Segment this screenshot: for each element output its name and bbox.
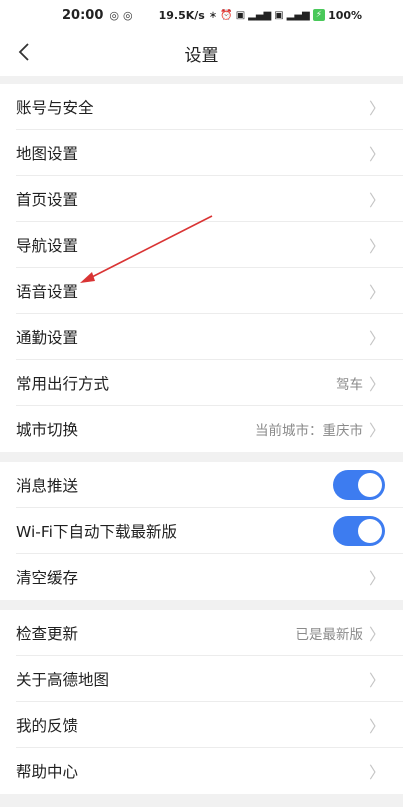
hd-icon: ▣: [235, 9, 246, 21]
row-wifi-auto-download: Wi-Fi下自动下载最新版: [0, 508, 403, 554]
row-travel-mode[interactable]: 常用出行方式 驾车 〉: [0, 360, 403, 406]
row-commute-settings[interactable]: 通勤设置 〉: [0, 314, 403, 360]
chevron-right-icon: 〉: [368, 145, 385, 164]
row-label: 账号与安全: [16, 99, 94, 117]
row-push-messages: 消息推送: [0, 462, 403, 508]
chevron-right-icon: 〉: [368, 99, 385, 118]
chevron-right-icon: 〉: [368, 625, 385, 644]
app-notification-icon: ◎: [109, 8, 119, 22]
row-value: 当前城市：重庆市: [254, 423, 363, 439]
chevron-right-icon: 〉: [368, 375, 385, 394]
app-notification-icon-2: ◎: [123, 8, 133, 22]
chevron-right-icon: 〉: [368, 717, 385, 736]
chevron-right-icon: 〉: [368, 671, 385, 690]
row-label: 清空缓存: [16, 569, 79, 587]
toggle-knob: [358, 519, 382, 543]
row-label: 导航设置: [16, 237, 79, 255]
row-label: 城市切换: [16, 421, 79, 439]
row-label: 检查更新: [16, 625, 79, 643]
bluetooth-icon: ∗: [208, 9, 218, 21]
row-label: 帮助中心: [16, 763, 79, 781]
chevron-right-icon: 〉: [368, 421, 385, 440]
chevron-right-icon: 〉: [368, 763, 385, 782]
push-toggle[interactable]: [333, 470, 385, 500]
row-home-settings[interactable]: 首页设置 〉: [0, 176, 403, 222]
chevron-right-icon: 〉: [368, 329, 385, 348]
row-value: 驾车: [335, 377, 363, 393]
chevron-left-icon[interactable]: [10, 38, 38, 66]
row-label: Wi-Fi下自动下载最新版: [16, 523, 177, 541]
chevron-right-icon: 〉: [368, 237, 385, 256]
network-speed: 19.5K/s: [158, 8, 205, 22]
row-value: 已是最新版: [295, 627, 363, 643]
row-navigation-settings[interactable]: 导航设置 〉: [0, 222, 403, 268]
status-bar: 20:00 ◎ ◎ 19.5K/s ∗ ⏰ ▣ ▂▄▆ ▣ ▂▄▆ ⚡ 100%: [0, 0, 403, 30]
alarm-icon: ⏰: [220, 9, 233, 21]
row-account-security[interactable]: 账号与安全 〉: [0, 84, 403, 130]
settings-group-2: 消息推送 Wi-Fi下自动下载最新版 清空缓存 〉: [0, 462, 403, 600]
row-check-update[interactable]: 检查更新 已是最新版 〉: [0, 610, 403, 656]
settings-group-3: 检查更新 已是最新版 〉 关于高德地图 〉 我的反馈 〉 帮助中心 〉: [0, 610, 403, 794]
row-label: 常用出行方式: [16, 375, 110, 393]
row-label: 首页设置: [16, 191, 79, 209]
row-voice-settings[interactable]: 语音设置 〉: [0, 268, 403, 314]
battery-percent: 100%: [328, 8, 363, 22]
row-help-center[interactable]: 帮助中心 〉: [0, 748, 403, 794]
row-label: 关于高德地图: [16, 671, 110, 689]
chevron-right-icon: 〉: [368, 283, 385, 302]
row-city-switch[interactable]: 城市切换 当前城市：重庆市 〉: [0, 406, 403, 452]
page-title: 设置: [184, 45, 219, 66]
chevron-right-icon: 〉: [368, 569, 385, 588]
header: 设置: [0, 30, 403, 76]
row-label: 语音设置: [16, 283, 79, 301]
row-label: 通勤设置: [16, 329, 79, 347]
row-feedback[interactable]: 我的反馈 〉: [0, 702, 403, 748]
wifi-download-toggle[interactable]: [333, 516, 385, 546]
status-time: 20:00: [62, 7, 104, 23]
status-icons: ∗ ⏰ ▣ ▂▄▆ ▣ ▂▄▆ ⚡ 100%: [209, 9, 362, 22]
row-label: 地图设置: [16, 145, 79, 163]
hd-icon-2: ▣: [274, 9, 284, 21]
signal-5g-icon: ▂▄▆: [248, 9, 272, 21]
settings-group-1: 账号与安全 〉 地图设置 〉 首页设置 〉 导航设置 〉 语音设置 〉 通勤设置…: [0, 84, 403, 452]
toggle-knob: [358, 473, 382, 497]
row-about[interactable]: 关于高德地图 〉: [0, 656, 403, 702]
chevron-right-icon: 〉: [368, 191, 385, 210]
row-label: 消息推送: [16, 477, 79, 495]
row-label: 我的反馈: [16, 717, 79, 735]
row-clear-cache[interactable]: 清空缓存 〉: [0, 554, 403, 600]
signal-4g-icon: ▂▄▆: [286, 9, 310, 21]
row-map-settings[interactable]: 地图设置 〉: [0, 130, 403, 176]
battery-icon: ⚡: [312, 9, 326, 21]
